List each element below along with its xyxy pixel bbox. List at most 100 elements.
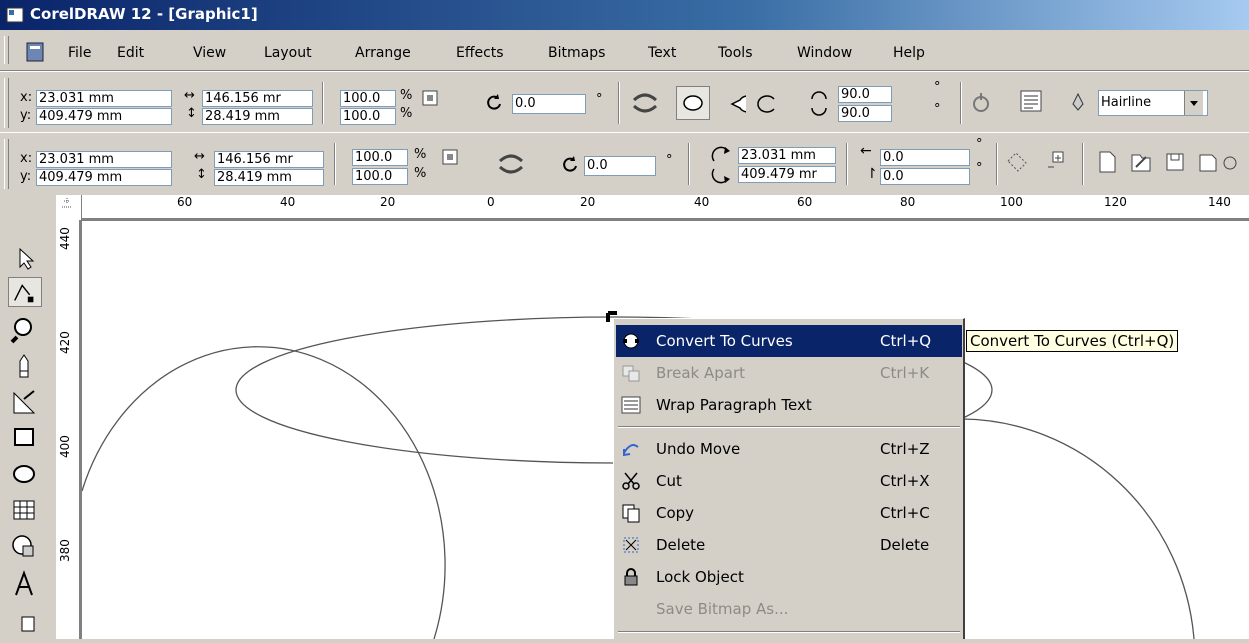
ruler-tick-label: 40 xyxy=(694,195,710,209)
rectangle-tool-icon[interactable] xyxy=(8,423,42,453)
horizontal-ruler-ticks xyxy=(56,218,1249,220)
menu-layout[interactable]: Layout xyxy=(264,45,312,61)
right-circle-shape[interactable] xyxy=(961,418,1195,640)
menu-help[interactable]: Help xyxy=(893,45,925,61)
mirror-icon[interactable] xyxy=(628,88,662,118)
scale-x-field[interactable]: 100.0 xyxy=(340,90,396,107)
wrap-text-icon[interactable] xyxy=(1018,88,1044,114)
menu-item-break-apart[interactable]: Break Apart Ctrl+K xyxy=(616,357,962,389)
x-label: x: xyxy=(20,151,33,166)
zoom-tool-icon[interactable] xyxy=(8,315,42,345)
horizontal-ruler[interactable]: 60 40 20 0 20 40 60 80 100 120 140 xyxy=(56,195,1249,221)
menu-bitmaps[interactable]: Bitmaps xyxy=(548,45,605,61)
height-field[interactable]: 28.419 mm xyxy=(202,108,313,125)
skew-horizontal-icon: ← xyxy=(860,143,872,159)
rotation-field[interactable]: 0.0 xyxy=(512,94,586,114)
menu-item-label: Save Bitmap As... xyxy=(656,600,789,618)
center-x-field[interactable]: 23.031 mm xyxy=(738,147,836,164)
x-position-field[interactable]: 23.031 mm xyxy=(36,151,172,168)
propbar-grip[interactable] xyxy=(4,78,9,128)
scale-y-field[interactable]: 100.0 xyxy=(340,108,396,125)
ruler-tick-label: 140 xyxy=(1208,195,1231,209)
undo-icon xyxy=(623,444,639,457)
coreldraw-app-icon[interactable] xyxy=(6,6,24,24)
ruler-tick-label: 100 xyxy=(1000,195,1023,209)
open-icon[interactable] xyxy=(1128,149,1154,175)
skew-vertical-field[interactable]: 0.0 xyxy=(880,168,970,185)
lock-icon xyxy=(624,568,638,586)
height-field[interactable]: 28.419 mm xyxy=(214,169,324,186)
x-position-field[interactable]: 23.031 mm xyxy=(36,90,172,107)
menu-item-cut[interactable]: Cut Ctrl+X xyxy=(616,465,962,497)
menu-item-convert-to-curves[interactable]: Convert To Curves Ctrl+Q xyxy=(616,325,962,357)
anchor-icon[interactable] xyxy=(1044,149,1070,175)
menu-file[interactable]: File xyxy=(68,45,91,61)
shape-tool-button[interactable] xyxy=(8,277,42,307)
break-apart-icon xyxy=(622,365,640,382)
menubar-grip[interactable] xyxy=(4,36,9,64)
menu-separator xyxy=(618,631,960,633)
width-icon: ↔ xyxy=(194,149,205,164)
freehand-tool-icon[interactable] xyxy=(8,351,42,381)
wrap-text-icon xyxy=(621,396,641,414)
graph-paper-tool-icon[interactable] xyxy=(8,495,42,525)
ellipse-tool-icon[interactable] xyxy=(8,459,42,489)
menu-item-save-bitmap-as[interactable]: Save Bitmap As... xyxy=(616,593,962,625)
vertical-ruler[interactable]: 440 420 400 380 xyxy=(56,220,82,639)
ruler-origin-corner[interactable] xyxy=(56,195,82,221)
end-angle-field[interactable]: 90.0 xyxy=(838,105,892,122)
rotation-center-x-icon xyxy=(711,146,730,162)
more-tools-icon[interactable] xyxy=(1196,149,1246,175)
menu-arrange[interactable]: Arrange xyxy=(355,45,411,61)
menu-item-lock-object[interactable]: Lock Object xyxy=(616,561,962,593)
text-tool-icon[interactable] xyxy=(8,569,42,599)
scale-y-field[interactable]: 100.0 xyxy=(352,168,408,185)
lock-ratio-icon[interactable] xyxy=(420,88,440,108)
degree-label: ° xyxy=(934,102,941,117)
ruler-tick-label: 20 xyxy=(380,195,396,209)
menu-item-wrap-paragraph-text[interactable]: Wrap Paragraph Text xyxy=(616,389,962,421)
left-circle-shape[interactable] xyxy=(81,346,446,640)
propbar-grip[interactable] xyxy=(4,139,9,189)
menu-item-delete[interactable]: Delete Delete xyxy=(616,529,962,561)
menu-text[interactable]: Text xyxy=(648,45,676,61)
document-icon[interactable] xyxy=(24,41,46,63)
center-y-field[interactable]: 409.479 mr xyxy=(738,166,836,183)
menu-edit[interactable]: Edit xyxy=(117,45,144,61)
degree-label: ° xyxy=(976,161,983,176)
menu-window[interactable]: Window xyxy=(797,45,852,61)
mirror-icon[interactable] xyxy=(494,149,528,179)
rotation-field[interactable]: 0.0 xyxy=(584,156,656,176)
smart-fill-tool-icon[interactable] xyxy=(8,387,42,417)
scale-x-field[interactable]: 100.0 xyxy=(352,149,408,166)
basic-shapes-tool-icon[interactable] xyxy=(8,531,42,561)
menu-effects[interactable]: Effects xyxy=(456,45,504,61)
menu-view[interactable]: View xyxy=(193,45,226,61)
lock-ratio-icon[interactable] xyxy=(440,147,460,167)
start-angle-field[interactable]: 90.0 xyxy=(838,86,892,103)
chevron-down-icon[interactable] xyxy=(1184,91,1203,115)
pick-tool-icon[interactable] xyxy=(8,243,42,273)
arc-icon[interactable] xyxy=(752,90,780,118)
pie-icon[interactable] xyxy=(718,90,746,118)
interactive-tool-icon[interactable] xyxy=(8,607,42,637)
save-icon[interactable] xyxy=(1162,149,1188,175)
separator xyxy=(996,143,998,185)
direction-icon[interactable] xyxy=(968,90,994,116)
width-field[interactable]: 146.156 mr xyxy=(202,90,313,107)
skew-horizontal-field[interactable]: 0.0 xyxy=(880,149,970,166)
width-field[interactable]: 146.156 mr xyxy=(214,151,324,168)
menu-separator xyxy=(618,426,960,428)
new-document-icon[interactable] xyxy=(1094,149,1120,175)
menu-item-undo-move[interactable]: Undo Move Ctrl+Z xyxy=(616,433,962,465)
menu-tools[interactable]: Tools xyxy=(718,45,753,61)
ellipse-mode-button[interactable] xyxy=(676,86,710,120)
menu-item-copy[interactable]: Copy Ctrl+C xyxy=(616,497,962,529)
toolbox xyxy=(0,195,57,639)
y-position-field[interactable]: 409.479 mm xyxy=(36,169,172,186)
window-title: CorelDRAW 12 - [Graphic1] xyxy=(30,5,258,23)
title-bar: CorelDRAW 12 - [Graphic1] xyxy=(0,0,1249,30)
relative-position-icon[interactable] xyxy=(1004,149,1030,175)
y-position-field[interactable]: 409.479 mm xyxy=(36,108,172,125)
rotate-icon xyxy=(487,94,501,110)
